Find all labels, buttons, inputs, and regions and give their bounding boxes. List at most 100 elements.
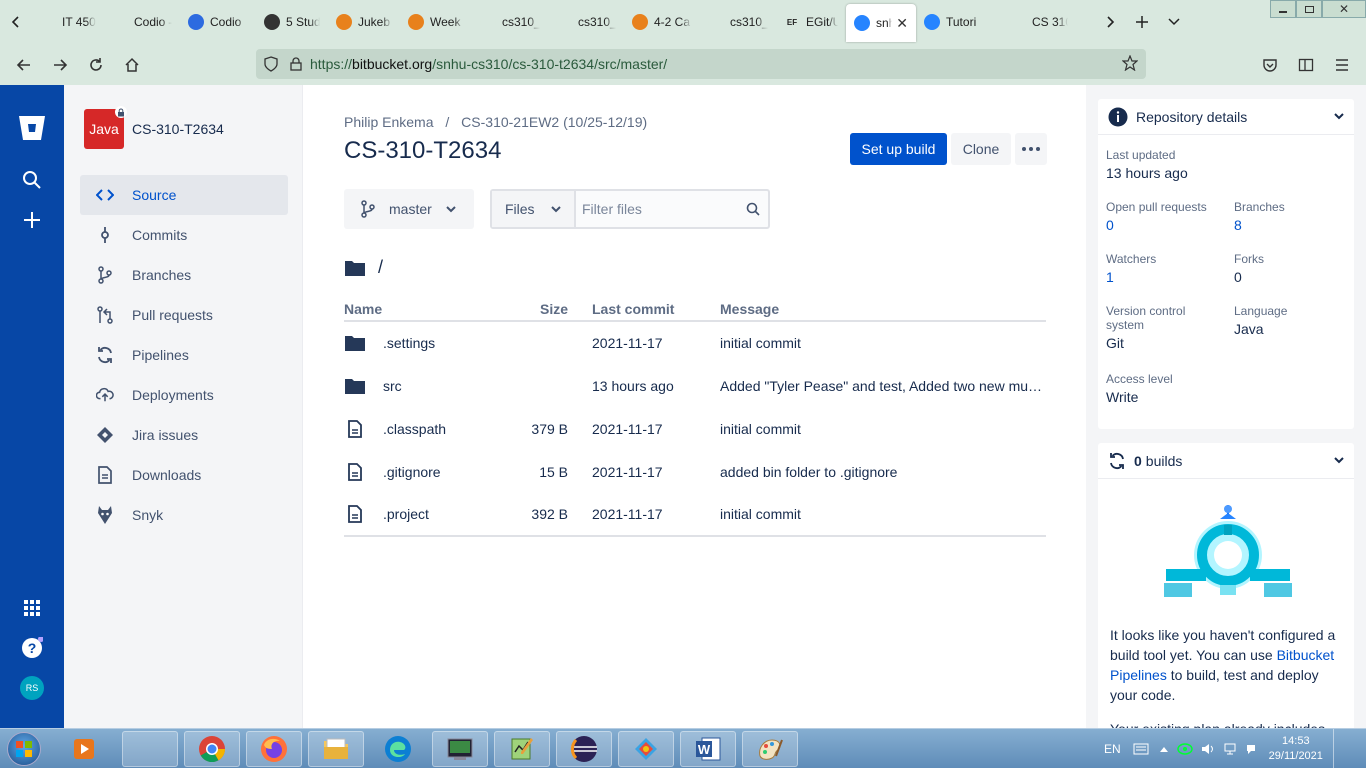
browser-tab[interactable]: cs310_bitb: [700, 0, 776, 44]
menu-icon[interactable]: [1324, 47, 1360, 83]
browser-tab[interactable]: Week: [400, 0, 472, 44]
table-row[interactable]: src 13 hours ago Added "Tyler Pease" and t…: [344, 364, 1046, 407]
file-name-link[interactable]: .settings: [383, 335, 435, 351]
taskbar-chrome-icon[interactable]: [184, 731, 240, 767]
taskbar-terminal-icon[interactable]: [432, 731, 488, 767]
show-desktop-button[interactable]: [1332, 729, 1341, 769]
sidebar-item-pull-requests[interactable]: Pull requests: [80, 295, 288, 335]
taskbar-firefox-icon[interactable]: [246, 731, 302, 767]
clock[interactable]: 14:53 29/11/2021: [1269, 734, 1323, 764]
lock-icon[interactable]: [290, 57, 302, 71]
taskbar-eclipse-icon[interactable]: [556, 731, 612, 767]
action-center-icon[interactable]: [1245, 743, 1257, 755]
search-icon[interactable]: [16, 164, 48, 196]
file-name-link[interactable]: src: [383, 378, 402, 394]
breadcrumb-owner[interactable]: Philip Enkema: [344, 114, 434, 130]
taskbar-paint-icon[interactable]: [742, 731, 798, 767]
new-tab-button[interactable]: [1126, 0, 1158, 44]
sidebar-item-branches[interactable]: Branches: [80, 255, 288, 295]
tab-title: IT 450 Mile: [62, 15, 96, 29]
browser-tab[interactable]: CS 310 Fin: [1002, 0, 1076, 44]
open-pull-requests-value[interactable]: 0: [1106, 217, 1207, 233]
branch-selector[interactable]: master: [344, 189, 474, 229]
taskbar-edge-icon[interactable]: [370, 731, 426, 767]
search-icon[interactable]: [746, 202, 760, 216]
back-button[interactable]: [6, 47, 42, 83]
builds-card: 0 builds It looks like you haven't confi…: [1098, 443, 1354, 743]
taskbar-show-desktop[interactable]: [122, 731, 178, 767]
browser-tab[interactable]: 4-2 Ca: [624, 0, 700, 44]
volume-icon[interactable]: [1201, 742, 1215, 756]
sidebar-item-jira-issues[interactable]: Jira issues: [80, 415, 288, 455]
list-tabs-button[interactable]: [1158, 0, 1190, 44]
repository-header[interactable]: Java CS-310-T2634: [84, 106, 224, 149]
app-switcher-icon[interactable]: [16, 592, 48, 624]
reload-button[interactable]: [78, 47, 114, 83]
taskbar-file-explorer-icon[interactable]: [308, 731, 364, 767]
table-row[interactable]: .project 392 B 2021-11-17 initial commit: [344, 493, 1046, 537]
branches-count: Branches 8: [1234, 200, 1285, 233]
cloud-upload-icon: [96, 386, 114, 404]
home-button[interactable]: [114, 47, 150, 83]
show-hidden-icons[interactable]: [1159, 745, 1169, 753]
table-row[interactable]: .settings 2021-11-17 initial commit: [344, 321, 1046, 364]
file-name-link[interactable]: .gitignore: [383, 464, 441, 480]
taskbar-word-icon[interactable]: W: [680, 731, 736, 767]
browser-tab[interactable]: Tutori: [916, 0, 1002, 44]
browser-tab[interactable]: Codio — c: [104, 0, 180, 44]
sidebar-item-pipelines[interactable]: Pipelines: [80, 335, 288, 375]
watchers-value[interactable]: 1: [1106, 269, 1156, 285]
close-window-button[interactable]: ✕: [1322, 0, 1366, 18]
taskbar-snipping-tool-icon[interactable]: [618, 731, 674, 767]
tray-app-icon[interactable]: [1176, 743, 1193, 755]
browser-tab[interactable]: snh ✕: [846, 4, 916, 42]
create-icon[interactable]: [16, 204, 48, 236]
more-actions-button[interactable]: [1015, 133, 1047, 165]
taskbar-notepad-icon[interactable]: [494, 731, 550, 767]
reader-view-icon[interactable]: [1288, 47, 1324, 83]
branches-value[interactable]: 8: [1234, 217, 1285, 233]
browser-tab[interactable]: IT 450 Mile: [32, 0, 104, 44]
address-bar[interactable]: https://bitbucket.org/snhu-cs310/cs-310-…: [256, 49, 1146, 79]
bitbucket-logo-icon[interactable]: [16, 112, 48, 144]
set-up-build-button[interactable]: Set up build: [850, 133, 947, 165]
bookmark-star-icon[interactable]: [1122, 55, 1138, 71]
language-indicator[interactable]: EN: [1104, 742, 1121, 756]
forward-button[interactable]: [42, 47, 78, 83]
filter-files-input[interactable]: Filter files: [582, 201, 746, 217]
taskbar-media-player-icon[interactable]: [62, 731, 106, 767]
tab-scroll-left-button[interactable]: [0, 0, 32, 44]
sidebar-item-snyk[interactable]: Snyk: [80, 495, 288, 535]
browser-tab[interactable]: cs310_calc: [548, 0, 624, 44]
pocket-icon[interactable]: [1252, 47, 1288, 83]
browser-tab[interactable]: Jukeb: [328, 0, 400, 44]
sidebar-item-source[interactable]: Source: [80, 175, 288, 215]
clone-button[interactable]: Clone: [951, 133, 1011, 165]
table-row[interactable]: .gitignore 15 B 2021-11-17 added bin folder…: [344, 450, 1046, 493]
start-button[interactable]: [4, 729, 44, 769]
network-icon[interactable]: [1223, 742, 1237, 756]
breadcrumb-project[interactable]: CS-310-21EW2 (10/25-12/19): [461, 114, 647, 130]
sidebar-item-commits[interactable]: Commits: [80, 215, 288, 255]
table-row[interactable]: .classpath 379 B 2021-11-17 initial commit: [344, 407, 1046, 450]
filter-type-select[interactable]: Files: [492, 191, 576, 227]
browser-tab[interactable]: 5 Stud: [256, 0, 328, 44]
file-name-link[interactable]: .classpath: [383, 421, 446, 437]
keyboard-icon[interactable]: [1133, 743, 1149, 755]
file-name-link[interactable]: .project: [383, 506, 429, 522]
maximize-button[interactable]: [1296, 0, 1322, 18]
browser-tab[interactable]: cs310_mo: [472, 0, 548, 44]
builds-header[interactable]: 0 builds: [1098, 443, 1354, 479]
sidebar-item-downloads[interactable]: Downloads: [80, 455, 288, 495]
sidebar-item-deployments[interactable]: Deployments: [80, 375, 288, 415]
help-icon[interactable]: ?: [16, 632, 48, 664]
repository-details-header[interactable]: Repository details: [1098, 99, 1354, 135]
avatar[interactable]: RS: [16, 672, 48, 704]
browser-tab[interactable]: EF EGit/U: [776, 0, 846, 44]
tab-scroll-right-button[interactable]: [1094, 0, 1126, 44]
minimize-button[interactable]: [1270, 0, 1296, 18]
tab-favicon-icon: [408, 14, 424, 30]
close-tab-icon[interactable]: ✕: [896, 15, 908, 32]
browser-tab[interactable]: Codio: [180, 0, 256, 44]
shield-icon[interactable]: [264, 56, 278, 72]
